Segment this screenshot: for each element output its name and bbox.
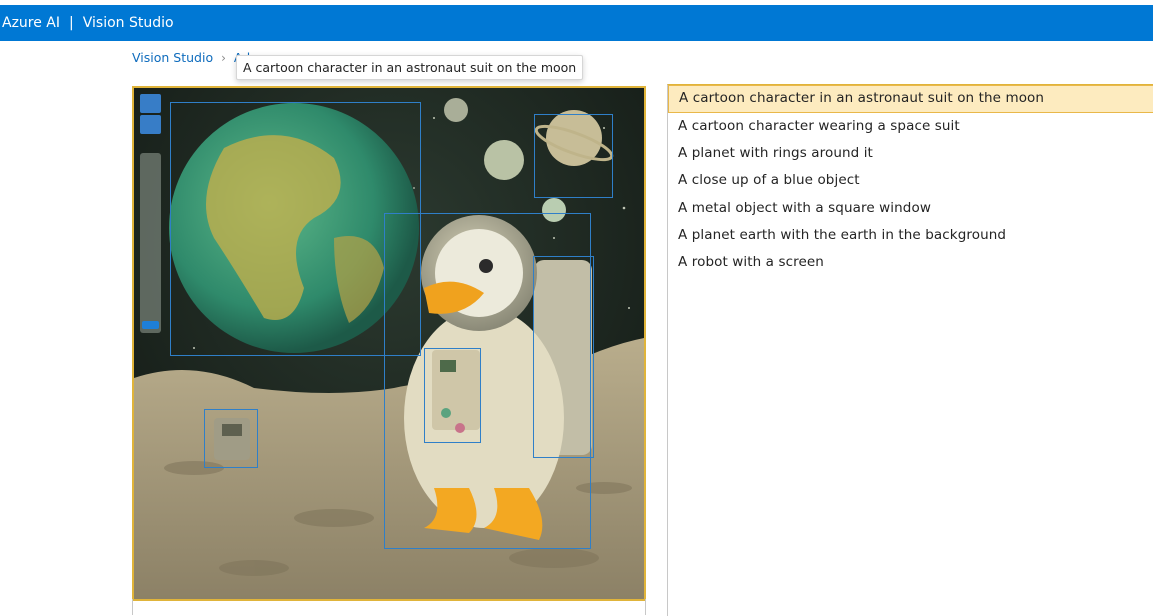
zoom-in-button[interactable] — [140, 94, 161, 113]
caption-item[interactable]: A robot with a screen — [668, 249, 1153, 276]
breadcrumb: Vision Studio › Ad — [132, 50, 250, 65]
caption-item[interactable]: A planet with rings around it — [668, 140, 1153, 167]
zoom-slider[interactable] — [140, 153, 161, 333]
detection-box[interactable] — [533, 256, 594, 458]
brand-label[interactable]: Azure AI — [0, 15, 60, 31]
caption-item[interactable]: A planet earth with the earth in the bac… — [668, 222, 1153, 249]
zoom-slider-thumb[interactable] — [142, 321, 159, 329]
image-panel-footer — [132, 599, 646, 615]
image-canvas[interactable] — [132, 86, 646, 601]
detection-box[interactable] — [424, 348, 481, 443]
caption-tooltip: A cartoon character in an astronaut suit… — [236, 55, 584, 80]
zoom-out-button[interactable] — [140, 115, 161, 134]
breadcrumb-home-link[interactable]: Vision Studio — [132, 50, 213, 65]
detection-box[interactable] — [534, 114, 613, 198]
top-bar: Azure AI | Vision Studio — [0, 5, 1153, 41]
zoom-controls — [140, 94, 161, 134]
brand-separator: | — [69, 15, 74, 31]
caption-results-list: A cartoon character in an astronaut suit… — [667, 84, 1153, 616]
detection-box[interactable] — [204, 409, 258, 468]
caption-item[interactable]: A cartoon character wearing a space suit — [668, 113, 1153, 140]
caption-item[interactable]: A cartoon character in an astronaut suit… — [668, 85, 1153, 113]
caption-item[interactable]: A metal object with a square window — [668, 195, 1153, 222]
caption-item[interactable]: A close up of a blue object — [668, 167, 1153, 194]
product-label[interactable]: Vision Studio — [83, 15, 174, 31]
chevron-right-icon: › — [221, 50, 226, 65]
